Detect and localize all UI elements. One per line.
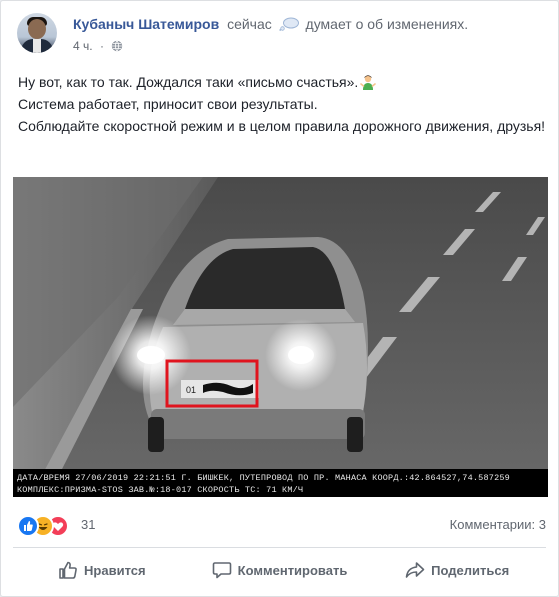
- post-line: Ну вот, как то так. Дождался таки «письм…: [18, 71, 548, 93]
- thought-bubble-icon: [278, 17, 299, 31]
- share-button[interactable]: Поделиться: [368, 553, 546, 587]
- post-card: Кубаныч Шатемиров сейчас думает о об изм…: [0, 0, 559, 597]
- post-meta: 4 ч. ·: [73, 39, 123, 53]
- post-photo[interactable]: 01 ДАТА/ВРЕМЯ 27/06/2019 22:21:51 Г. БИШ…: [13, 177, 548, 497]
- share-label: Поделиться: [431, 562, 510, 578]
- post-timestamp[interactable]: 4 ч.: [73, 39, 93, 53]
- like-label: Нравится: [84, 562, 146, 578]
- thumbs-up-icon: [59, 561, 77, 579]
- author-name[interactable]: Кубаныч Шатемиров: [73, 16, 219, 32]
- actions-divider: [13, 547, 546, 548]
- comment-icon: [212, 562, 231, 579]
- globe-icon[interactable]: [111, 40, 123, 52]
- camera-caption-line2: КОМПЛЕКС:ПРИЗМА-STOS ЗАВ.№:18-017 СКОРОС…: [17, 485, 304, 495]
- man-shrugging-emoji-icon: [360, 75, 377, 90]
- post-line: Соблюдайте скоростной режим и в целом пр…: [18, 118, 546, 134]
- feeling-text: думает о об изменениях.: [305, 16, 469, 32]
- comment-label: Комментировать: [237, 562, 348, 578]
- post-line: Система работает, приносит свои результа…: [18, 96, 318, 112]
- comment-button[interactable]: Комментировать: [191, 553, 369, 587]
- share-icon: [405, 562, 425, 578]
- reaction-count[interactable]: 31: [81, 517, 95, 532]
- like-icon[interactable]: [17, 515, 39, 537]
- post-actions: Нравится Комментировать Поделиться: [13, 553, 546, 587]
- time-now: сейчас: [227, 16, 272, 32]
- post-text: Ну вот, как то так. Дождался таки «письм…: [18, 71, 548, 137]
- comments-count-link[interactable]: Комментарии: 3: [450, 517, 546, 532]
- like-button[interactable]: Нравится: [13, 553, 191, 587]
- speed-camera-image: 01: [13, 177, 548, 497]
- post-title-line: Кубаныч Шатемиров сейчас думает о об изм…: [73, 16, 468, 32]
- author-avatar[interactable]: [17, 13, 57, 53]
- camera-caption-line1: ДАТА/ВРЕМЯ 27/06/2019 22:21:51 Г. БИШКЕК…: [17, 473, 510, 483]
- plate-prefix: 01: [186, 385, 196, 395]
- meta-separator: ·: [99, 39, 104, 53]
